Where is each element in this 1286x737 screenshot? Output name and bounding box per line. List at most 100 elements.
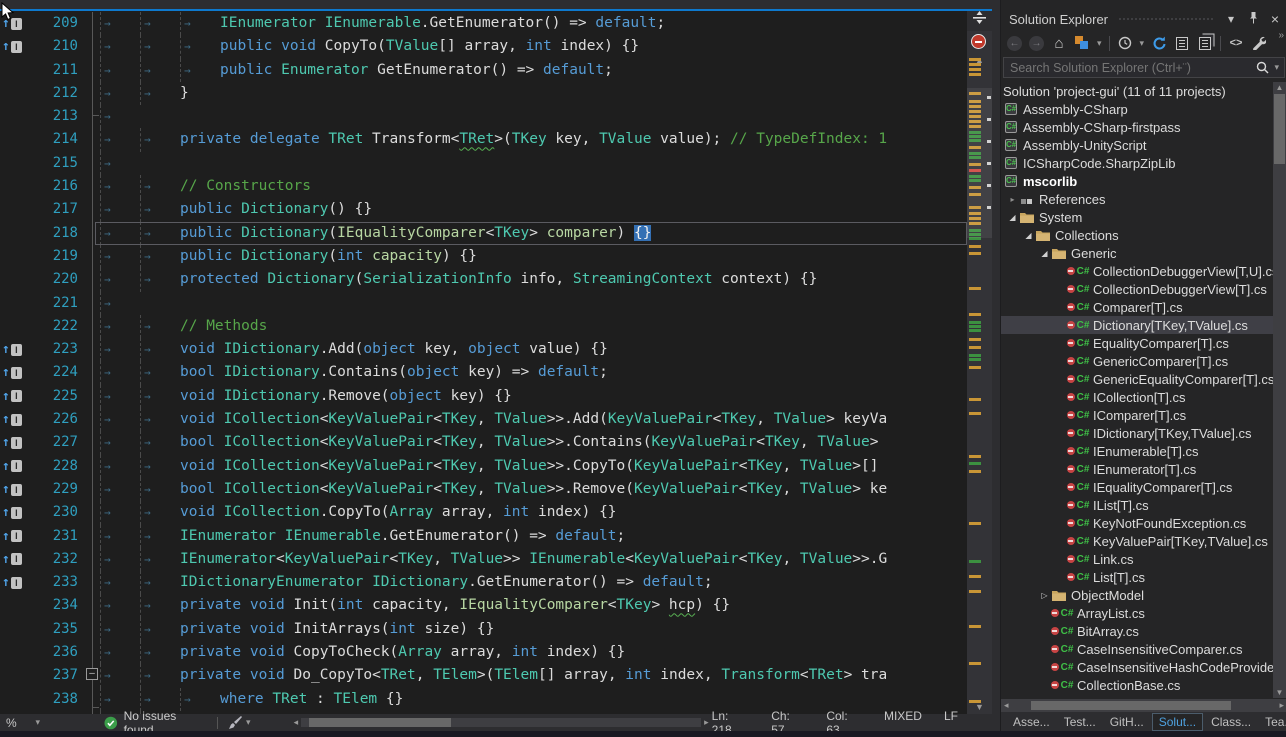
code-text[interactable]: →→→IEnumerator IEnumerable.GetEnumerator… — [100, 12, 967, 35]
tree-item-assembly-unityscript[interactable]: C#Assembly-UnityScript — [1001, 136, 1273, 154]
code-line-230[interactable]: ↑I230→→void ICollection.CopyTo(Array arr… — [0, 501, 992, 524]
code-line-222[interactable]: 222→→// Methods — [0, 315, 992, 338]
tool-window-tab-test[interactable]: Test... — [1058, 714, 1102, 730]
tree-item-collectiondebuggerview-t-u-cs[interactable]: C#CollectionDebuggerView[T,U].cs — [1001, 262, 1273, 280]
code-text[interactable]: →→// Methods — [100, 315, 967, 338]
code-line-220[interactable]: 220→→protected Dictionary(SerializationI… — [0, 268, 992, 291]
implements-interface-indicator-icon[interactable]: ↑I — [0, 361, 30, 384]
code-cleanup-button[interactable]: ▾ — [228, 716, 251, 729]
expanded-chevron-icon[interactable]: ◢ — [1022, 231, 1035, 240]
tree-item-references[interactable]: ▸References — [1001, 190, 1273, 208]
code-text[interactable]: → — [100, 105, 967, 128]
implements-interface-indicator-icon[interactable]: ↑I — [0, 571, 30, 594]
code-editor[interactable]: ↑I209→→→IEnumerator IEnumerable.GetEnume… — [0, 0, 1000, 731]
code-line-231[interactable]: ↑I231→→IEnumerator IEnumerable.GetEnumer… — [0, 525, 992, 548]
tree-vertical-scrollbar[interactable]: ▲ ▼ — [1273, 82, 1286, 698]
tool-window-tab-tea[interactable]: Tea... — [1259, 714, 1286, 730]
fold-margin[interactable] — [86, 292, 100, 315]
tree-item-icsharpcode-sharpziplib[interactable]: C#ICSharpCode.SharpZipLib — [1001, 154, 1273, 172]
code-line-219[interactable]: 219→→public Dictionary(int capacity) {} — [0, 245, 992, 268]
fold-margin[interactable] — [86, 594, 100, 617]
tree-item-arraylist-cs[interactable]: C#ArrayList.cs — [1001, 604, 1273, 622]
preview-selected-items-icon[interactable] — [1197, 34, 1213, 52]
solution-explorer-titlebar[interactable]: Solution Explorer ▾ × — [1001, 8, 1286, 30]
code-line-226[interactable]: ↑I226→→void ICollection<KeyValuePair<TKe… — [0, 408, 992, 431]
expanded-chevron-icon[interactable]: ◢ — [1038, 249, 1051, 258]
collapsed-chevron-icon[interactable]: ▸ — [1006, 195, 1019, 204]
forward-icon[interactable]: → — [1029, 36, 1044, 51]
scrollbar-thumb[interactable] — [1274, 94, 1285, 164]
back-icon[interactable]: ← — [1007, 36, 1022, 51]
code-text[interactable]: →→→where TRet : TElem {} — [100, 688, 967, 711]
tree-item-iequalitycomparer-t-cs[interactable]: C#IEqualityComparer[T].cs — [1001, 478, 1273, 496]
code-text[interactable]: →→private void Do_CopyTo<TRet, TElem>(TE… — [100, 664, 967, 687]
toolbar-overflow-icon[interactable]: » — [1278, 30, 1286, 41]
fold-margin[interactable] — [86, 455, 100, 478]
implements-interface-indicator-icon[interactable]: ↑I — [0, 431, 30, 454]
implements-interface-indicator-icon[interactable]: ↑I — [0, 35, 30, 58]
tree-item-generic[interactable]: ◢Generic — [1001, 244, 1273, 262]
search-input[interactable] — [1004, 61, 1256, 75]
tree-item-collectionbase-cs[interactable]: C#CollectionBase.cs — [1001, 676, 1273, 694]
code-line-232[interactable]: ↑I232→→IEnumerator<KeyValuePair<TKey, TV… — [0, 548, 992, 571]
code-line-211[interactable]: 211→→→public Enumerator GetEnumerator() … — [0, 59, 992, 82]
tree-item-assembly-csharp[interactable]: C#Assembly-CSharp — [1001, 100, 1273, 118]
fold-margin[interactable] — [86, 385, 100, 408]
code-text[interactable]: →→private void CopyToCheck(Array array, … — [100, 641, 967, 664]
tree-item-idictionary-tkey-tvalue-cs[interactable]: C#IDictionary[TKey,TValue].cs — [1001, 424, 1273, 442]
tree-item-equalitycomparer-t-cs[interactable]: C#EqualityComparer[T].cs — [1001, 334, 1273, 352]
code-text[interactable]: → — [100, 292, 967, 315]
zoom-level-select[interactable]: % ▾ — [0, 716, 46, 730]
fold-margin[interactable] — [86, 641, 100, 664]
scrollbar-thumb[interactable] — [1031, 701, 1231, 710]
code-text[interactable]: →→bool IDictionary.Contains(object key) … — [100, 361, 967, 384]
code-line-233[interactable]: ↑I233→→IDictionaryEnumerator IDictionary… — [0, 571, 992, 594]
tool-window-tab-asse[interactable]: Asse... — [1007, 714, 1056, 730]
code-text[interactable]: →→void ICollection.CopyTo(Array array, i… — [100, 501, 967, 524]
refresh-icon[interactable] — [1151, 34, 1167, 52]
code-line-234[interactable]: 234→→private void Init(int capacity, IEq… — [0, 594, 992, 617]
expanded-chevron-icon[interactable]: ◢ — [1006, 213, 1019, 222]
code-text[interactable]: →→IEnumerator<KeyValuePair<TKey, TValue>… — [100, 548, 967, 571]
code-text[interactable]: →→void ICollection<KeyValuePair<TKey, TV… — [100, 408, 967, 431]
tool-window-tab-class[interactable]: Class... — [1205, 714, 1257, 730]
scroll-right-arrow-icon[interactable]: ▸ — [701, 717, 712, 728]
collapsed-chevron-icon[interactable]: ▷ — [1038, 591, 1051, 600]
collapse-all-icon[interactable] — [1174, 34, 1190, 52]
tree-item-keyvaluepair-tkey-tvalue-cs[interactable]: C#KeyValuePair[TKey,TValue].cs — [1001, 532, 1273, 550]
tree-item-caseinsensitivehashcodeprovider-cs[interactable]: C#CaseInsensitiveHashCodeProvider.cs — [1001, 658, 1273, 676]
scroll-left-arrow-icon[interactable]: ◂ — [1001, 700, 1012, 711]
chevron-down-icon[interactable]: ▾ — [1269, 62, 1284, 73]
code-text[interactable]: →→protected Dictionary(SerializationInfo… — [100, 268, 967, 291]
tree-item-solution-project-gui-11-of-11-projects-[interactable]: Solution 'project-gui' (11 of 11 project… — [1001, 82, 1273, 100]
fold-margin[interactable] — [86, 431, 100, 454]
code-line-236[interactable]: 236→→private void CopyToCheck(Array arra… — [0, 641, 992, 664]
code-text[interactable]: →→} — [100, 82, 967, 105]
fold-margin[interactable] — [86, 478, 100, 501]
code-text[interactable]: →→public Dictionary(IEqualityComparer<TK… — [100, 222, 967, 245]
scroll-right-arrow-icon[interactable]: ▸ — [1276, 700, 1286, 711]
drag-grip[interactable] — [1118, 17, 1213, 22]
outlining-margin-line[interactable] — [92, 12, 93, 714]
code-line-238[interactable]: 238→→→where TRet : TElem {} — [0, 688, 992, 711]
pin-icon[interactable] — [1245, 11, 1261, 27]
implements-interface-indicator-icon[interactable]: ↑I — [0, 478, 30, 501]
code-line-213[interactable]: 213→ — [0, 105, 992, 128]
fold-margin[interactable] — [86, 59, 100, 82]
close-icon[interactable]: × — [1267, 11, 1283, 27]
code-line-235[interactable]: 235→→private void InitArrays(int size) {… — [0, 618, 992, 641]
code-line-221[interactable]: 221→ — [0, 292, 992, 315]
implements-interface-indicator-icon[interactable]: ↑I — [0, 385, 30, 408]
split-window-handle-icon[interactable] — [967, 11, 992, 31]
fold-margin[interactable] — [86, 82, 100, 105]
code-line-210[interactable]: ↑I210→→→public void CopyTo(TValue[] arra… — [0, 35, 992, 58]
code-area[interactable]: ↑I209→→→IEnumerator IEnumerable.GetEnume… — [0, 11, 992, 714]
code-line-224[interactable]: ↑I224→→bool IDictionary.Contains(object … — [0, 361, 992, 384]
code-line-214[interactable]: 214→→private delegate TRet Transform<TRe… — [0, 128, 992, 151]
tree-item-collections[interactable]: ◢Collections — [1001, 226, 1273, 244]
tree-item-objectmodel[interactable]: ▷ObjectModel — [1001, 586, 1273, 604]
fold-margin[interactable] — [86, 245, 100, 268]
fold-margin[interactable] — [86, 198, 100, 221]
properties-icon[interactable] — [1251, 34, 1267, 52]
code-line-217[interactable]: 217→→public Dictionary() {} — [0, 198, 992, 221]
